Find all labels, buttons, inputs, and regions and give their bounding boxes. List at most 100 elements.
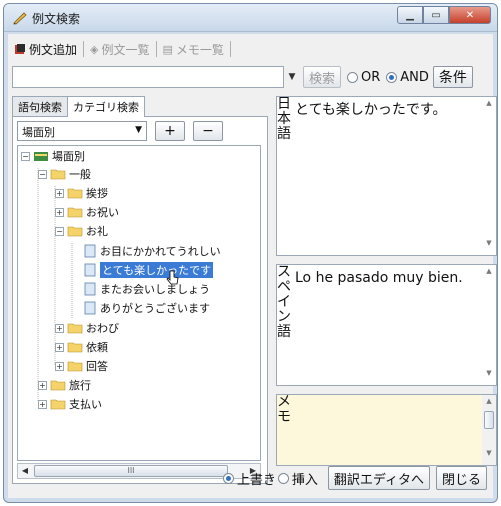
caption-buttons: ▁ ▭ ✕ [397, 6, 491, 24]
example-search-window: 例文検索 ▁ ▭ ✕ 例文追加 ◈ 例文一覧 ▤ メモ一覧 ▼ 検索 OR AN… [3, 3, 498, 503]
tree-node-celebration[interactable]: + お祝い [55, 204, 119, 220]
close-window-button[interactable]: ✕ [449, 6, 491, 24]
chevron-down-icon: ▼ [135, 125, 142, 135]
tree-node-general[interactable]: − 一般 [38, 166, 91, 182]
memo-scrollbar[interactable]: ▲ ▼ [482, 395, 496, 465]
scroll-up-icon[interactable]: ▲ [482, 267, 496, 281]
folder-open-icon [67, 226, 83, 237]
spanish-panel[interactable]: スペイン語 Lo he pasado muy bien. ▲ ▼ [276, 264, 497, 386]
collapse-icon[interactable]: − [55, 226, 64, 236]
tree-node-apology[interactable]: + おわび [55, 320, 119, 336]
condition-button[interactable]: 条件 [432, 66, 473, 88]
japanese-scrollbar[interactable]: ▲ ▼ [482, 97, 496, 255]
tree-node-label: 旅行 [69, 379, 91, 392]
folder-icon [67, 323, 83, 334]
text-panels: 日本語 とても楽しかったです。 ▲ ▼ スペイン語 Lo he pasado m… [276, 96, 497, 484]
translation-editor-button[interactable]: 翻訳エディタへ [327, 466, 430, 490]
and-radio[interactable] [386, 71, 398, 83]
folder-icon [67, 342, 83, 353]
tree-node-payment[interactable]: + 支払い [38, 396, 102, 412]
mouse-cursor-icon [166, 270, 179, 285]
tree-node-request[interactable]: + 依頼 [55, 339, 108, 355]
japanese-panel[interactable]: 日本語 とても楽しかったです。 ▲ ▼ [276, 96, 497, 256]
category-select[interactable]: 場面別 ▼ [17, 121, 147, 141]
expand-icon[interactable]: + [38, 380, 47, 390]
memo-panel[interactable]: メモ ▲ ▼ [276, 394, 497, 466]
remove-category-button[interactable]: − [193, 121, 223, 141]
tree-leaf-label: ありがとうございます [100, 302, 210, 315]
category-tree[interactable]: − 場面別 − 一般 + 挨拶 + お祝い − お礼 お目にかかれてうれしい と… [17, 145, 261, 461]
scroll-thumb[interactable] [484, 411, 494, 429]
folder-icon [50, 380, 66, 391]
expand-icon[interactable]: + [55, 207, 64, 217]
scroll-down-icon[interactable]: ▼ [482, 369, 496, 383]
tree-leaf-label: またお会いしましょう [100, 283, 210, 296]
tree-node-answer[interactable]: + 回答 [55, 358, 108, 374]
scroll-down-icon[interactable]: ▼ [482, 239, 496, 253]
overwrite-radio[interactable] [222, 472, 234, 484]
category-pane: 語句検索 カテゴリ検索 場面別 ▼ + − − 場面別 − 一般 + 挨拶 + … [12, 96, 270, 484]
tree-node-greeting[interactable]: + 挨拶 [55, 185, 108, 201]
tree-leaf[interactable]: ありがとうございます [84, 300, 210, 316]
close-button[interactable]: 閉じる [435, 466, 487, 490]
books-icon [34, 152, 48, 161]
chevron-down-icon[interactable]: ▼ [285, 72, 299, 82]
document-icon [84, 263, 96, 277]
spanish-scrollbar[interactable]: ▲ ▼ [482, 265, 496, 385]
pen-icon [13, 12, 27, 25]
list-icon: ◈ [90, 42, 99, 56]
memo-panel-label: メモ [277, 394, 291, 425]
tree-node-root[interactable]: − 場面別 [21, 148, 85, 164]
expand-icon[interactable]: + [55, 323, 64, 333]
category-tab-content: 場面別 ▼ + − − 場面別 − 一般 + 挨拶 + お祝い − お礼 お目に… [12, 116, 268, 484]
folder-open-icon [50, 169, 66, 180]
expand-icon[interactable]: + [55, 361, 64, 371]
tab-phrase-search[interactable]: 語句検索 [12, 96, 68, 116]
tree-node-label: 一般 [69, 168, 91, 181]
bottom-bar: 上書き 挿入 翻訳エディタへ 閉じる [8, 458, 493, 498]
spanish-text[interactable]: Lo he pasado muy bien. [295, 267, 478, 289]
tree-node-label: おわび [86, 322, 119, 335]
title-bar[interactable]: 例文検索 ▁ ▭ ✕ [4, 4, 497, 32]
expand-icon[interactable]: + [38, 399, 47, 409]
add-icon [15, 44, 25, 54]
folder-icon [50, 399, 66, 410]
tree-node-label: 支払い [69, 398, 102, 411]
collapse-icon[interactable]: − [21, 151, 30, 161]
maximize-button[interactable]: ▭ [423, 6, 449, 24]
spanish-panel-label: スペイン語 [277, 264, 291, 340]
japanese-panel-label: 日本語 [277, 96, 291, 142]
phrase-list-label: 例文一覧 [101, 42, 150, 57]
tree-node-label: 依頼 [86, 341, 108, 354]
document-icon [84, 301, 96, 315]
or-radio[interactable] [347, 71, 359, 83]
tab-category-search[interactable]: カテゴリ検索 [67, 96, 145, 117]
toolbar: 例文追加 ◈ 例文一覧 ▤ メモ一覧 [8, 38, 231, 60]
insert-radio[interactable] [277, 472, 289, 484]
add-example-button[interactable]: 例文追加 [8, 41, 83, 58]
memo-list-button[interactable]: ▤ メモ一覧 [157, 41, 230, 58]
search-tabs: 語句検索 カテゴリ検索 [12, 96, 270, 117]
category-controls: 場面別 ▼ + − [17, 121, 223, 141]
tree-node-travel[interactable]: + 旅行 [38, 377, 91, 393]
tree-leaf[interactable]: お目にかかれてうれしい [84, 243, 221, 259]
collapse-icon[interactable]: − [38, 169, 47, 179]
tree-leaf-label: お目にかかれてうれしい [100, 245, 221, 258]
tree-node-label: お祝い [86, 206, 119, 219]
search-button[interactable]: 検索 [303, 66, 342, 88]
scroll-up-icon[interactable]: ▲ [482, 397, 496, 411]
phrase-list-button[interactable]: ◈ 例文一覧 [84, 41, 155, 58]
japanese-text[interactable]: とても楽しかったです。 [295, 99, 478, 121]
scroll-up-icon[interactable]: ▲ [482, 99, 496, 113]
add-category-button[interactable]: + [155, 121, 185, 141]
window-title: 例文検索 [32, 12, 81, 26]
and-label: AND [400, 69, 429, 85]
tree-leaf[interactable]: またお会いしましょう [84, 281, 210, 297]
expand-icon[interactable]: + [55, 342, 64, 352]
minimize-button[interactable]: ▁ [397, 6, 423, 24]
tree-leaf-selected[interactable]: とても楽しかったです [84, 262, 214, 278]
tree-node-label: 回答 [86, 360, 108, 373]
expand-icon[interactable]: + [55, 188, 64, 198]
search-input[interactable] [12, 66, 284, 88]
tree-node-thanks[interactable]: − お礼 [55, 223, 108, 239]
